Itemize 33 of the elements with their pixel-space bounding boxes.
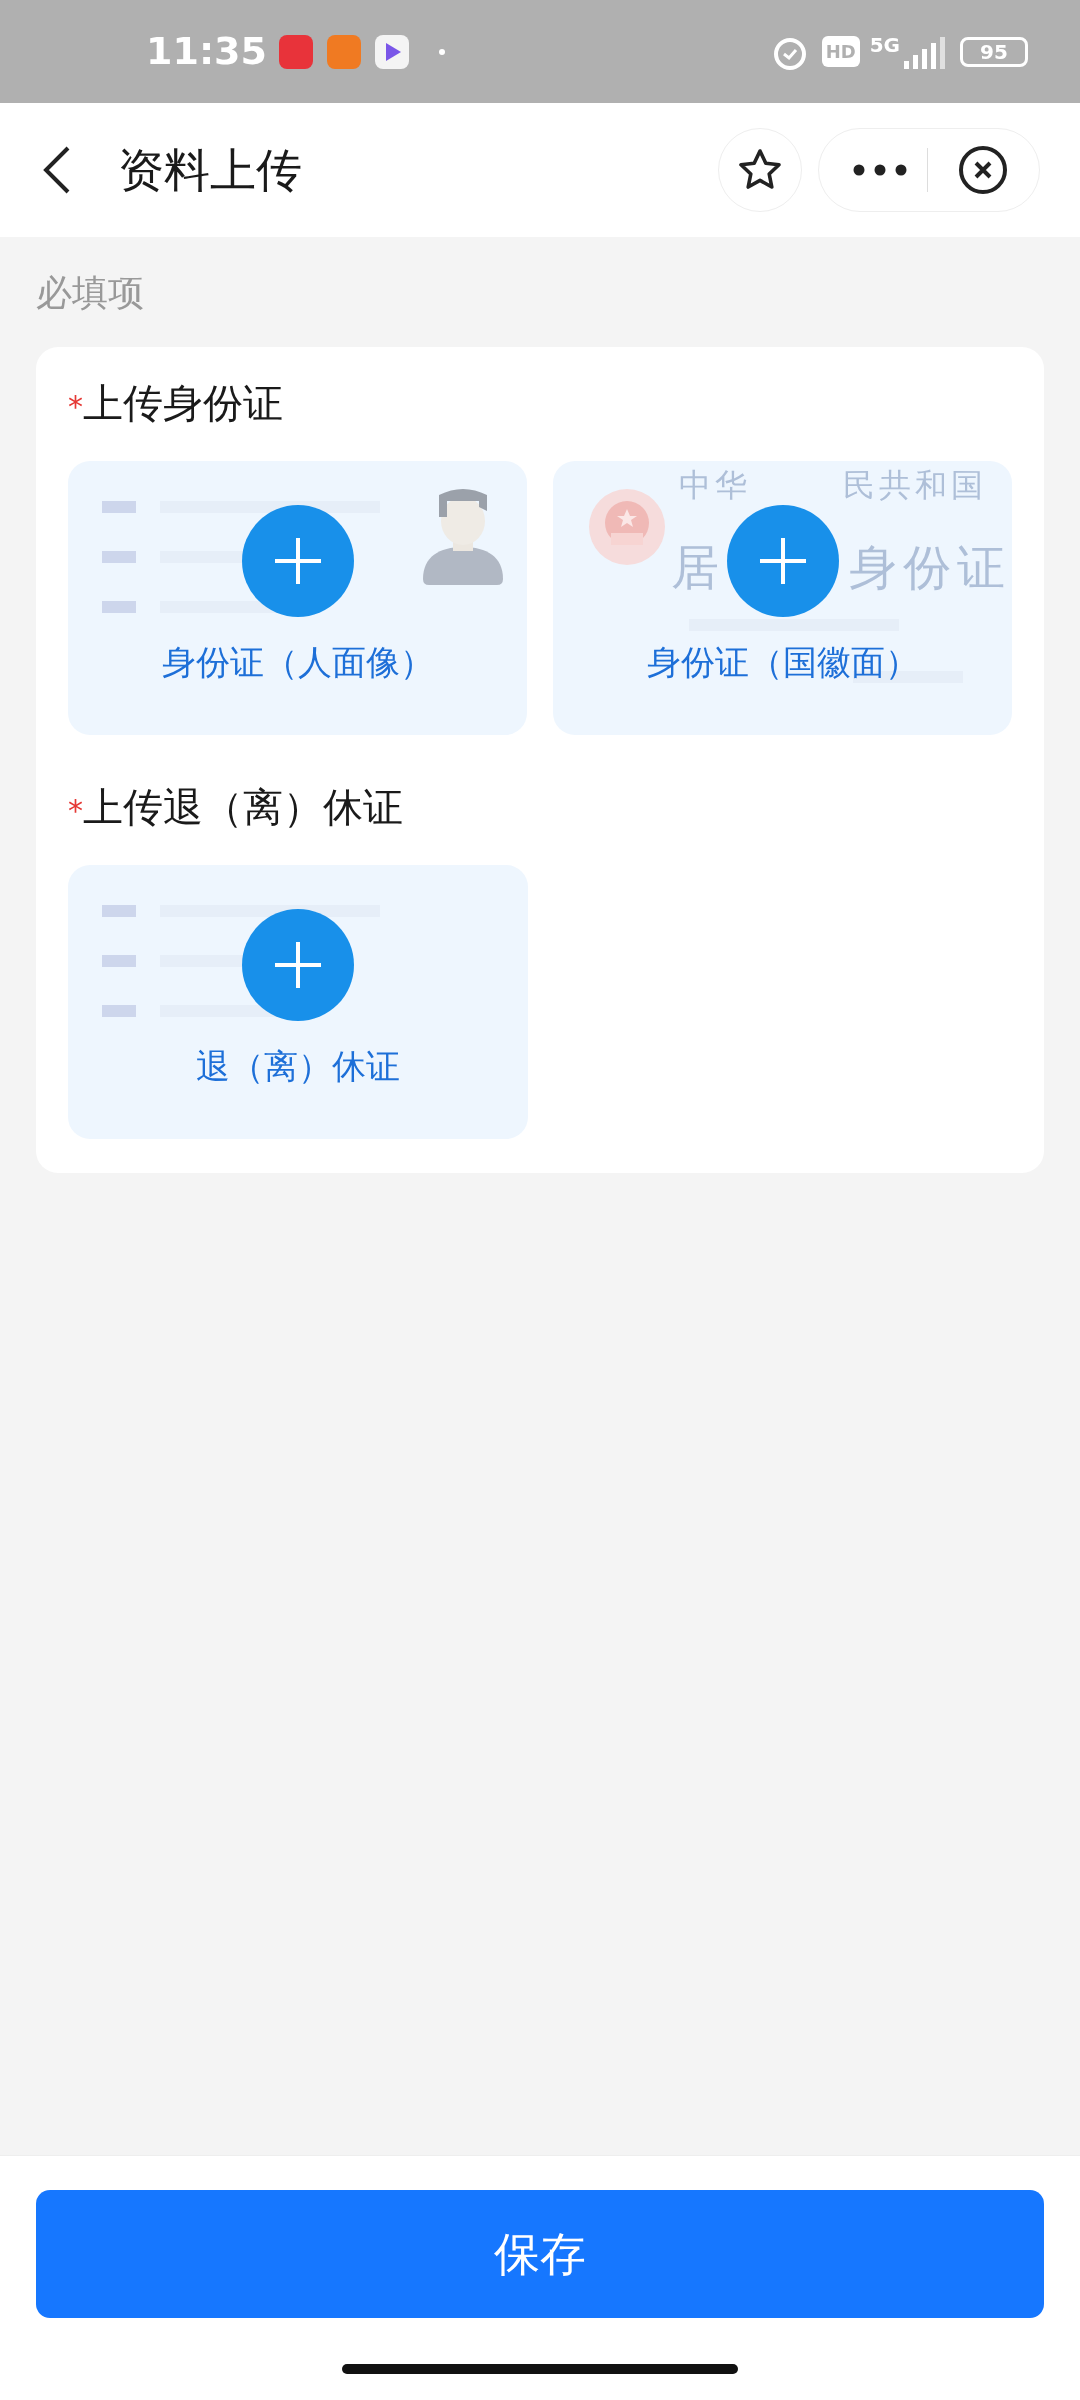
app-icon: [278, 34, 313, 69]
card-text: 身份证: [849, 543, 1011, 591]
network-label: 5G: [869, 32, 900, 59]
line-marker-icon: [102, 1005, 136, 1017]
page-title: 资料上传: [118, 141, 302, 199]
line-marker-icon: [102, 601, 136, 613]
card-text: 中华: [679, 469, 751, 501]
line-marker-icon: [102, 551, 136, 563]
line-marker-icon: [102, 905, 136, 917]
card-text: 居: [671, 543, 719, 591]
upload-label: 身份证（国徽面）: [646, 645, 919, 679]
save-button[interactable]: 保存: [36, 2190, 1044, 2318]
more-icon[interactable]: [853, 164, 907, 176]
group-title: 上传退（离）休证: [83, 787, 403, 827]
card-text: 民共和国: [843, 469, 987, 501]
close-icon[interactable]: [958, 145, 1008, 195]
status-time: 11:35: [146, 28, 267, 75]
play-app-icon: [374, 34, 409, 69]
battery-icon: 95: [960, 36, 1028, 67]
upload-tile[interactable]: 身份证（人面像）: [68, 461, 527, 735]
line-marker-icon: [102, 955, 136, 967]
upload-label: 身份证（人面像）: [161, 645, 434, 679]
group-title: 上传身份证: [83, 383, 283, 423]
upload-tile[interactable]: 中华 民共和国 居 身份证 身份证（国徽面）: [553, 461, 1012, 735]
person-silhouette-icon: [421, 487, 505, 585]
required-mark: *: [68, 796, 83, 826]
section-label: 必填项: [36, 275, 145, 311]
upload-label: 退（离）休证: [196, 1049, 400, 1083]
hd-indicator: HD: [821, 36, 860, 67]
emblem-icon: [587, 487, 667, 567]
required-mark: *: [68, 392, 83, 422]
upload-tile[interactable]: 退（离）休证: [68, 865, 528, 1139]
line-marker-icon: [102, 501, 136, 513]
